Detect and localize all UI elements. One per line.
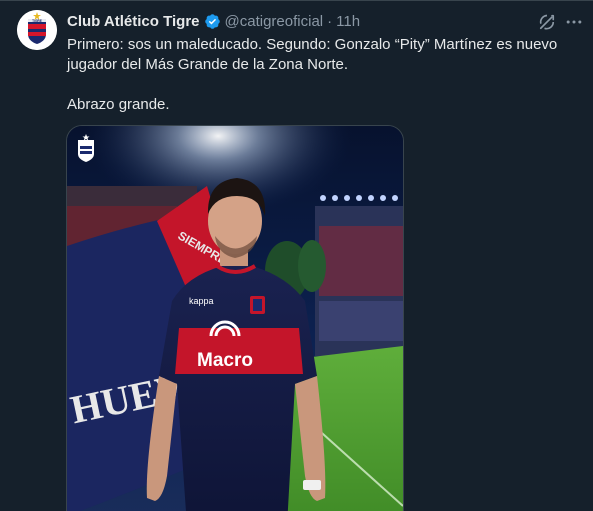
grok-button[interactable]	[536, 11, 558, 33]
tweet-media-image[interactable]: SIEMPRE HUEVO Macro kappa	[66, 125, 404, 511]
author-display-name[interactable]: Club Atlético Tigre	[67, 13, 200, 30]
tigre-crest-icon: TIGRE	[17, 10, 57, 50]
player-photo: SIEMPRE HUEVO Macro kappa	[67, 126, 403, 511]
tweet-header: Club Atlético Tigre @catigreoficial · 11…	[67, 12, 360, 30]
separator-dot: ·	[327, 12, 333, 30]
grok-icon	[539, 14, 555, 30]
more-options-icon	[566, 20, 582, 24]
verified-badge-icon	[204, 13, 221, 30]
author-handle[interactable]: @catigreoficial	[225, 13, 324, 30]
tweet-timestamp[interactable]: 11h	[336, 13, 360, 30]
tweet-text: Primero: sos un maleducado. Segundo: Gon…	[67, 36, 558, 113]
shirt-sponsor-text: Macro	[197, 350, 253, 371]
tweet-card[interactable]: TIGRE Club Atlético Tigre @catigreoficia…	[0, 0, 593, 511]
shirt-brand-text: kappa	[189, 296, 214, 306]
crest-label: TIGRE	[32, 19, 42, 23]
more-options-button[interactable]	[563, 11, 585, 33]
author-avatar[interactable]: TIGRE	[17, 10, 57, 50]
